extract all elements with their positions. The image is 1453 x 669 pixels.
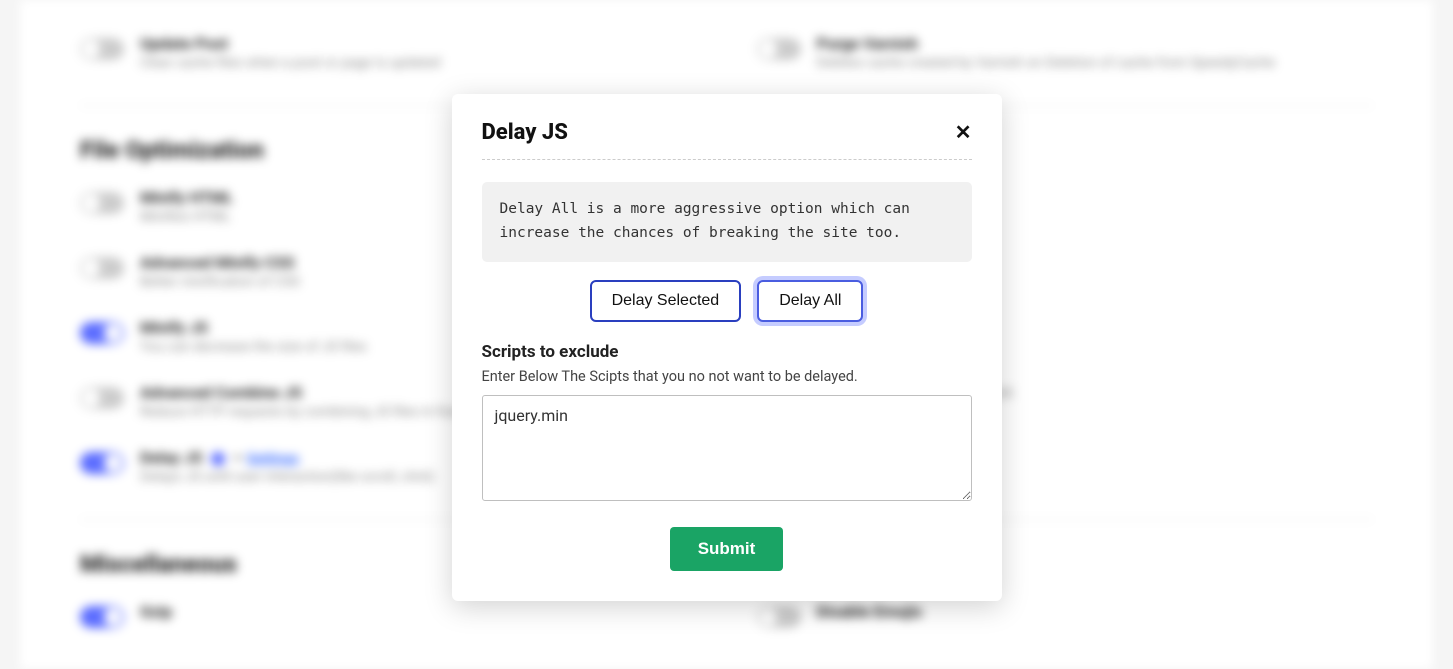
modal-overlay: Delay JS ✕ Delay All is a more aggressiv… [0, 0, 1453, 669]
exclude-help-text: Enter Below The Scipts that you no not w… [482, 368, 972, 385]
modal-title: Delay JS [482, 120, 568, 145]
exclude-scripts-input[interactable] [482, 395, 972, 501]
close-icon[interactable]: ✕ [955, 120, 972, 145]
submit-button[interactable]: Submit [670, 527, 784, 571]
delay-selected-button[interactable]: Delay Selected [590, 280, 742, 322]
delay-all-button[interactable]: Delay All [757, 280, 863, 322]
exclude-heading: Scripts to exclude [482, 342, 972, 362]
modal-info-box: Delay All is a more aggressive option wh… [482, 182, 972, 262]
delay-js-modal: Delay JS ✕ Delay All is a more aggressiv… [452, 94, 1002, 601]
